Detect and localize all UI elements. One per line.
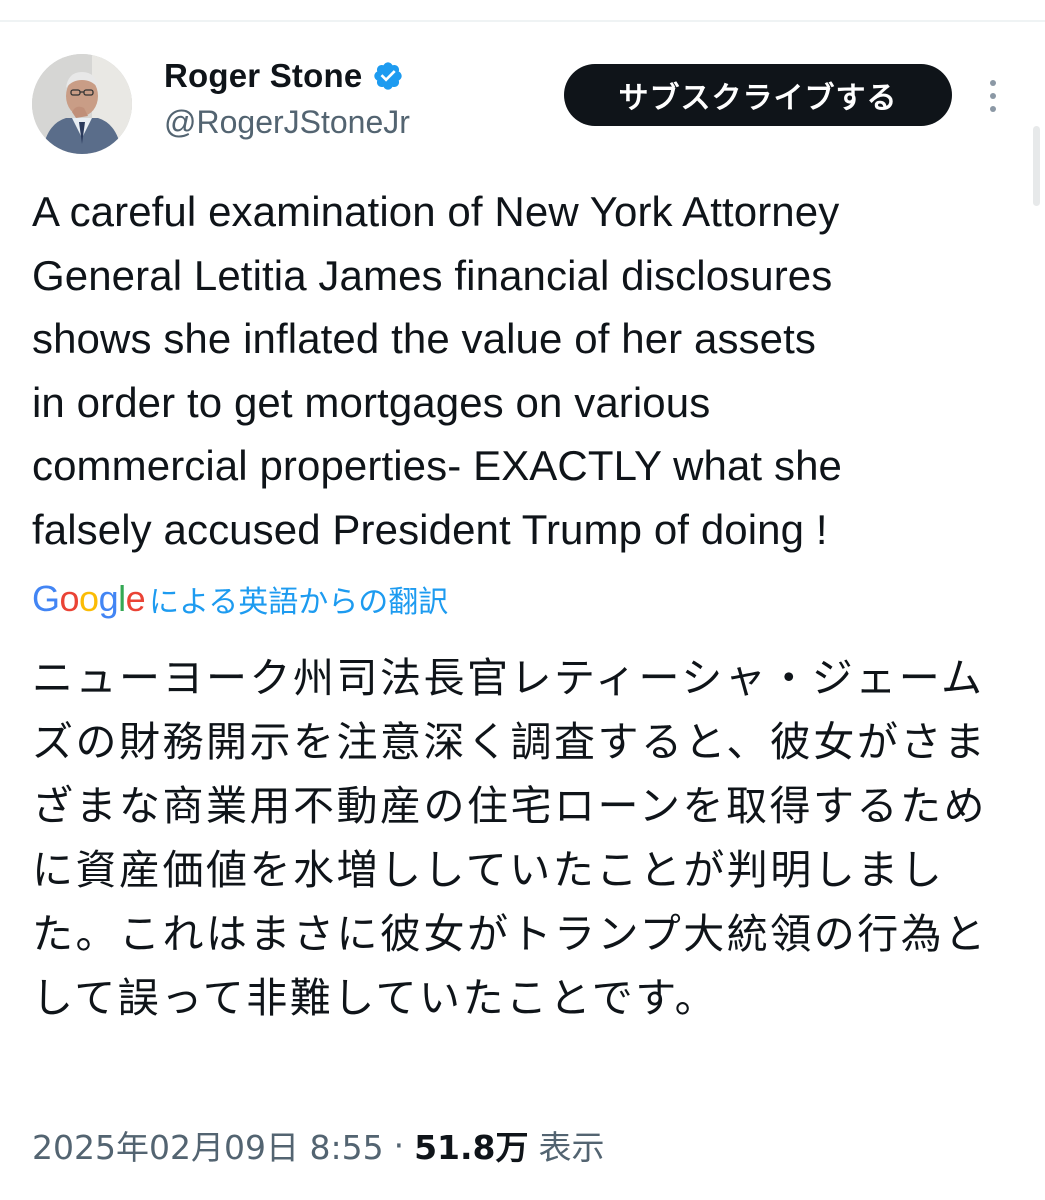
top-divider — [0, 20, 1045, 22]
more-options-icon-dot — [990, 93, 996, 99]
verified-badge-icon — [374, 62, 403, 90]
tweet-timestamp[interactable]: 2025年02月09日 8:55 — [32, 1121, 384, 1169]
avatar[interactable] — [32, 54, 132, 154]
meta-separator: · — [393, 1125, 405, 1165]
tweet-page: Roger Stone @RogerJStoneJr サブスクライブする A c… — [0, 0, 1045, 1200]
scrollbar[interactable] — [1033, 126, 1040, 206]
translation-attribution[interactable]: Google による英語からの翻訳 — [32, 574, 448, 624]
views-label: 表示 — [538, 1128, 605, 1167]
tweet-text: A careful examination of New York Attorn… — [32, 188, 842, 553]
translation-label[interactable]: による英語からの翻訳 — [149, 577, 448, 621]
translated-tweet-text: ニューヨーク州司法長官レティーシャ・ジェームズの財務開示を注意深く調査すると、彼… — [32, 654, 988, 1022]
tweet-meta: 2025年02月09日 8:55 · 51.8万 表示 — [32, 1120, 604, 1170]
avatar-image — [32, 54, 132, 154]
google-logo: Google — [32, 578, 146, 619]
more-options-icon-dot — [990, 80, 996, 86]
subscribe-button[interactable]: サブスクライブする — [564, 64, 952, 126]
more-options-icon-dot — [990, 106, 996, 112]
author-display-name[interactable]: Roger Stone — [164, 57, 362, 95]
author-handle[interactable]: @RogerJStoneJr — [164, 104, 410, 141]
views-count: 51.8万 — [414, 1128, 529, 1167]
more-options-button[interactable] — [978, 74, 1008, 118]
author-name-row[interactable]: Roger Stone — [164, 56, 404, 96]
